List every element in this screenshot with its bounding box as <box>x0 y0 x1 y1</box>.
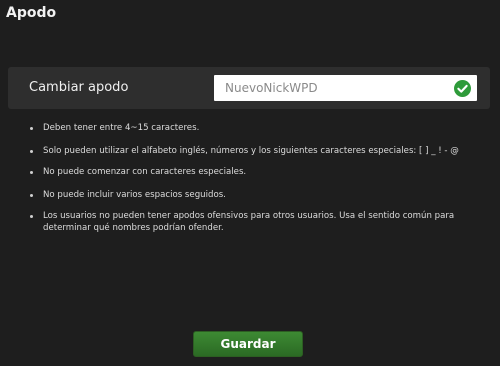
bullet-icon <box>30 215 33 218</box>
bullet-icon <box>30 127 33 130</box>
rule-text: No puede incluir varios espacios seguido… <box>43 189 226 200</box>
bullet-icon <box>30 149 33 153</box>
rule-item: No puede comenzar con caracteres especia… <box>30 167 480 179</box>
save-button[interactable]: Guardar <box>193 331 303 357</box>
nickname-rules-list: Deben tener entre 4~15 caracteres. Solo … <box>30 123 480 234</box>
rule-item: Los usuarios no pueden tener apodos ofen… <box>30 211 480 234</box>
rule-text: No puede comenzar con caracteres especia… <box>43 167 247 177</box>
rule-text: Solo pueden utilizar el alfabeto inglés,… <box>43 145 459 156</box>
rule-text: Los usuarios no pueden tener apodos ofen… <box>43 211 455 233</box>
page-title: Apodo <box>6 5 57 21</box>
nickname-input[interactable] <box>214 75 477 101</box>
nickname-label: Cambiar apodo <box>29 80 129 95</box>
rule-item: No puede incluir varios espacios seguido… <box>30 190 480 202</box>
bullet-icon <box>30 171 33 174</box>
rule-text: Deben tener entre 4~15 caracteres. <box>43 123 200 133</box>
nickname-screen: Apodo Cambiar apodo Deben tener entre 4~… <box>0 0 500 366</box>
check-circle-icon <box>454 80 471 97</box>
bullet-icon <box>30 193 33 197</box>
rule-item: Solo pueden utilizar el alfabeto inglés,… <box>30 146 480 158</box>
rule-item: Deben tener entre 4~15 caracteres. <box>30 123 480 135</box>
nickname-panel: Cambiar apodo <box>8 67 490 109</box>
